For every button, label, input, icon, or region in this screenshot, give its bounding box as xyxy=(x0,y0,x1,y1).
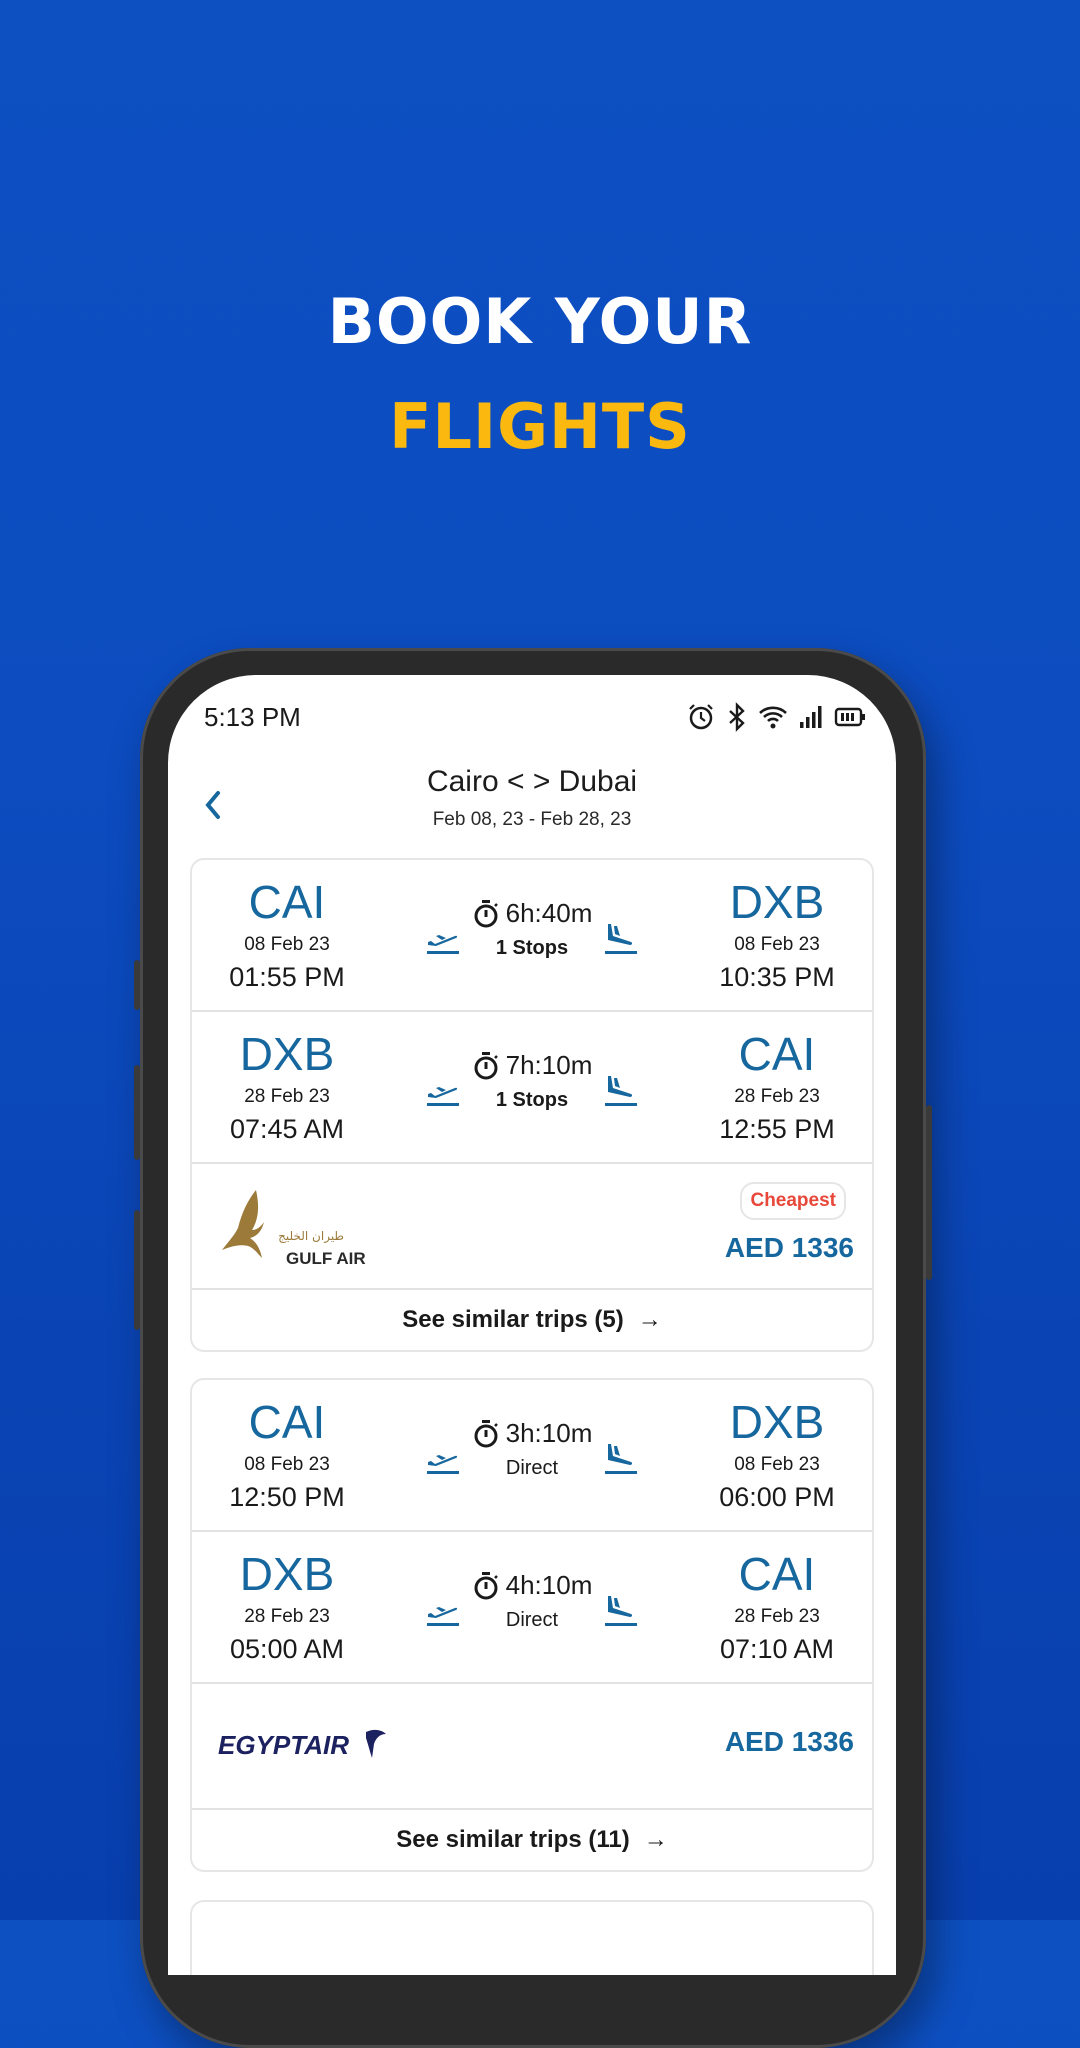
arrival-time: 06:00 PM xyxy=(719,1482,835,1512)
status-bar: 5:13 PM xyxy=(204,697,866,737)
flight-result-card[interactable] xyxy=(190,1900,874,1975)
airport-code: DXB xyxy=(239,1028,335,1080)
arrival-time: 07:10 AM xyxy=(719,1634,835,1664)
headline-flights: FLIGHTS xyxy=(389,390,691,463)
airport-code: CAI xyxy=(248,876,326,928)
arrow-right-icon: → xyxy=(643,1826,668,1853)
see-similar-trips-button[interactable]: See similar trips (5) → xyxy=(192,1290,872,1350)
flight-leg-return: DXB 28 Feb 23 07:45 AM 7h:10m 1 Stops CA… xyxy=(192,1012,872,1164)
arrival-time: 10:35 PM xyxy=(719,962,835,992)
duration: 4h:10m xyxy=(505,1570,593,1600)
flight-leg-outbound: CAI 08 Feb 23 12:50 PM 3h:10m Direct DXB… xyxy=(192,1380,872,1532)
phone-side-button xyxy=(134,1065,140,1160)
arrow-right-icon: → xyxy=(637,1306,662,1333)
airport-code: DXB xyxy=(239,1548,335,1600)
arrival-date: 28 Feb 23 xyxy=(734,1086,820,1107)
arrival-airport: CAI 28 Feb 23 07:10 AM xyxy=(687,1548,867,1665)
battery-icon xyxy=(834,707,865,727)
flight-result-card[interactable]: CAI 08 Feb 23 01:55 PM 6h:40m 1 Stops DX… xyxy=(190,858,874,1352)
flight-result-card[interactable]: CAI 08 Feb 23 12:50 PM 3h:10m Direct DXB… xyxy=(190,1378,874,1872)
price: AED 1336 xyxy=(724,1232,854,1263)
departure-time: 01:55 PM xyxy=(229,962,345,992)
departure-date: 28 Feb 23 xyxy=(244,1086,330,1107)
landing-icon xyxy=(605,1076,637,1106)
landing-icon xyxy=(605,924,637,954)
airport-code: DXB xyxy=(729,876,825,928)
similar-trips-label: See similar trips (5) xyxy=(402,1306,624,1333)
arrival-airport: DXB 08 Feb 23 10:35 PM xyxy=(687,876,867,993)
airport-code: DXB xyxy=(729,1396,825,1448)
arrival-date: 28 Feb 23 xyxy=(734,1606,820,1627)
signal-icon xyxy=(800,706,822,728)
bluetooth-icon xyxy=(729,702,745,732)
alarm-icon xyxy=(689,704,713,730)
departure-time: 12:50 PM xyxy=(229,1482,345,1512)
wifi-icon xyxy=(759,706,787,729)
svg-text:EGYPTAIR: EGYPTAIR xyxy=(218,1730,349,1760)
airport-code: CAI xyxy=(738,1028,816,1080)
departure-airport: CAI 08 Feb 23 01:55 PM xyxy=(197,876,377,993)
phone-screen: 5:13 PM Cairo < > Dubai Feb 08, 23 - Feb… xyxy=(168,675,896,1975)
departure-airport: DXB 28 Feb 23 05:00 AM xyxy=(197,1548,377,1665)
airline-price-row: EGYPTAIR AED 1336 xyxy=(192,1684,872,1810)
cheapest-badge: Cheapest xyxy=(740,1182,846,1220)
svg-text:GULF AIR: GULF AIR xyxy=(286,1249,366,1268)
departure-date: 08 Feb 23 xyxy=(244,1454,330,1475)
flight-leg-return: DXB 28 Feb 23 05:00 AM 4h:10m Direct CAI… xyxy=(192,1532,872,1684)
phone-side-button xyxy=(134,960,140,1010)
departure-time: 07:45 AM xyxy=(229,1114,345,1144)
departure-airport: CAI 08 Feb 23 12:50 PM xyxy=(197,1396,377,1513)
page-title: Cairo < > Dubai xyxy=(426,765,638,798)
flight-leg-outbound: CAI 08 Feb 23 01:55 PM 6h:40m 1 Stops DX… xyxy=(192,860,872,1012)
stopwatch-icon xyxy=(474,1571,498,1599)
departure-time: 05:00 AM xyxy=(229,1634,345,1664)
arrival-time: 12:55 PM xyxy=(719,1114,835,1144)
duration: 6h:40m xyxy=(505,898,593,928)
departure-date: 08 Feb 23 xyxy=(244,934,330,955)
status-time: 5:13 PM xyxy=(204,701,301,732)
landing-icon xyxy=(605,1444,637,1474)
gulf-air-logo: طيران الخليج GULF AIR xyxy=(222,1190,366,1268)
egyptair-logo: EGYPTAIR xyxy=(218,1729,386,1760)
headline-book-your: BOOK YOUR xyxy=(327,285,753,358)
phone-power-button xyxy=(926,1105,932,1280)
departure-airport: DXB 28 Feb 23 07:45 AM xyxy=(197,1028,377,1145)
stopwatch-icon xyxy=(474,899,498,927)
stopwatch-icon xyxy=(474,1419,498,1447)
arrival-airport: DXB 08 Feb 23 06:00 PM xyxy=(687,1396,867,1513)
price: AED 1336 xyxy=(724,1726,854,1757)
airport-code: CAI xyxy=(738,1548,816,1600)
see-similar-trips-button[interactable]: See similar trips (11) → xyxy=(192,1810,872,1870)
arrival-airport: CAI 28 Feb 23 12:55 PM xyxy=(687,1028,867,1145)
app-bar: Cairo < > Dubai Feb 08, 23 - Feb 28, 23 xyxy=(168,765,896,845)
departure-date: 28 Feb 23 xyxy=(244,1606,330,1627)
date-range: Feb 08, 23 - Feb 28, 23 xyxy=(432,809,632,830)
airport-code: CAI xyxy=(248,1396,326,1448)
duration: 7h:10m xyxy=(505,1050,593,1080)
arrival-date: 08 Feb 23 xyxy=(734,1454,820,1475)
phone-side-button xyxy=(134,1210,140,1330)
svg-text:طيران الخليج: طيران الخليج xyxy=(278,1229,344,1244)
similar-trips-label: See similar trips (11) xyxy=(396,1826,630,1853)
stopwatch-icon xyxy=(474,1051,498,1079)
duration: 3h:10m xyxy=(505,1418,593,1448)
arrival-date: 08 Feb 23 xyxy=(734,934,820,955)
airline-price-row: طيران الخليج GULF AIR Cheapest AED 1336 xyxy=(192,1164,872,1290)
landing-icon xyxy=(605,1596,637,1626)
